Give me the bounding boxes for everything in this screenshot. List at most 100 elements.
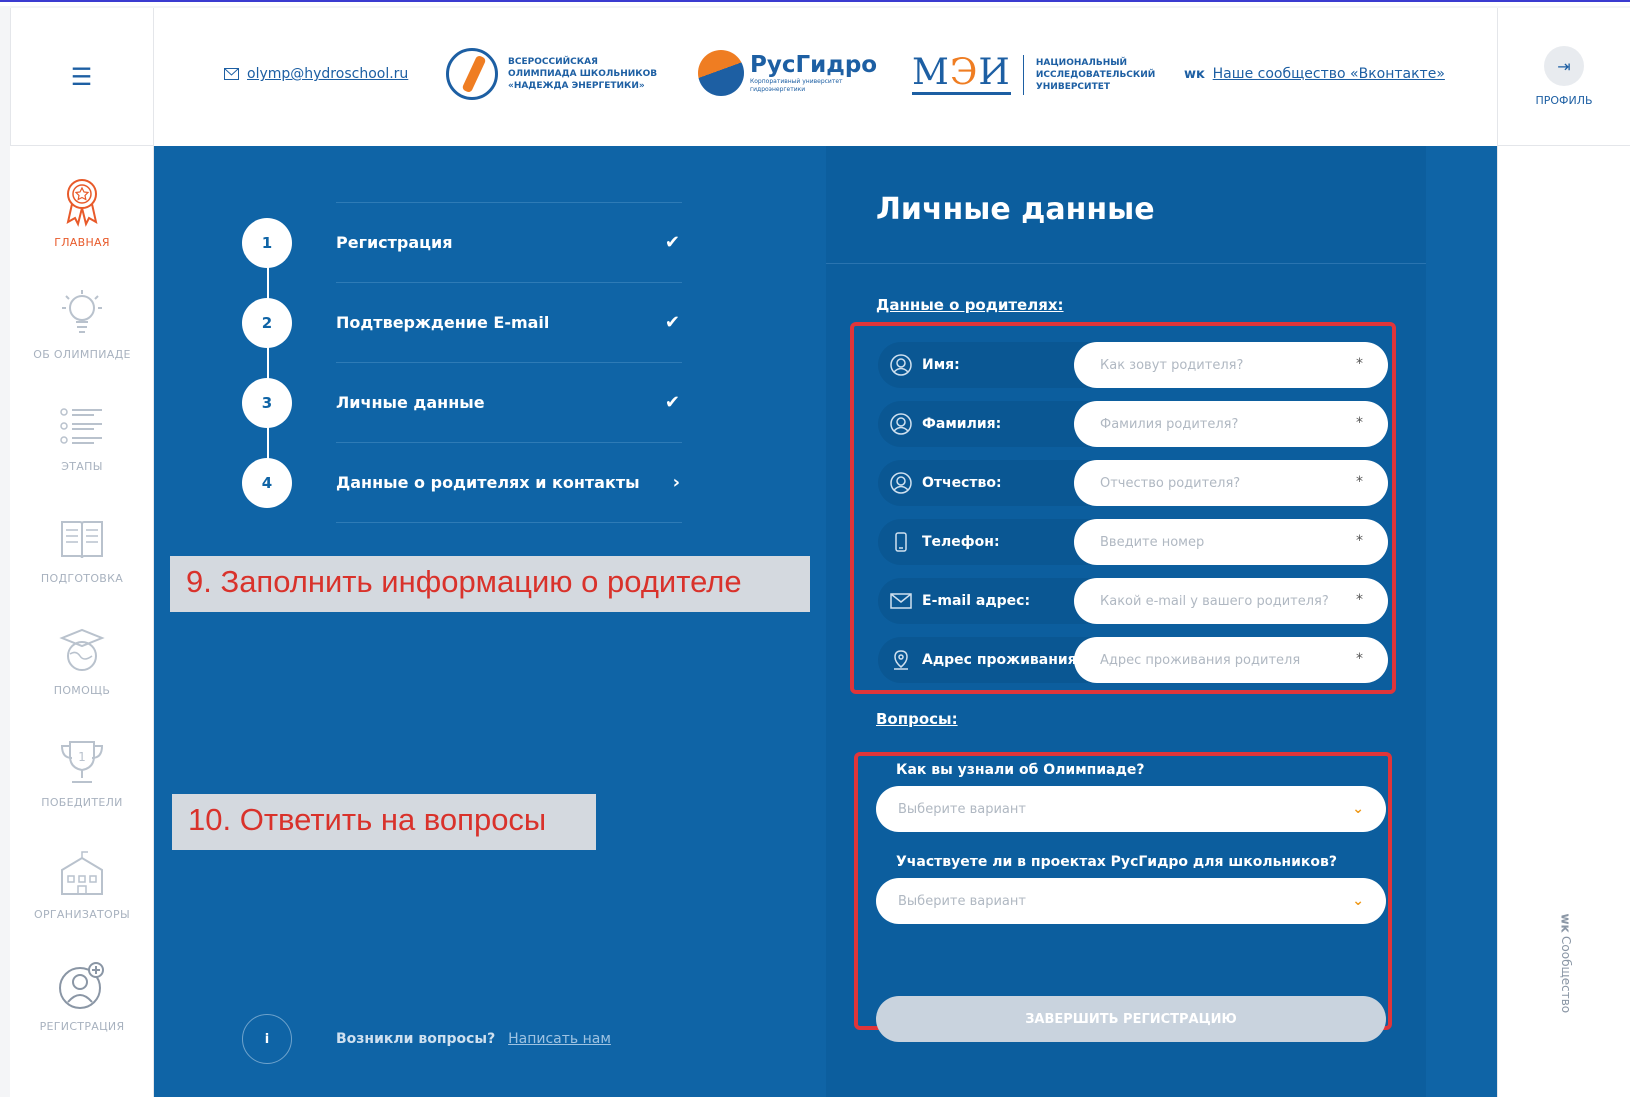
required-mark: * — [1356, 415, 1363, 431]
sidebar-item-stages[interactable]: ЭТАПЫ — [10, 398, 154, 473]
sidebar-item-label: ПОБЕДИТЕЛИ — [41, 796, 123, 809]
field-label: Фамилия: — [922, 416, 1002, 432]
sidebar-item-label: ОРГАНИЗАТОРЫ — [34, 908, 130, 921]
parent-first-name-input[interactable] — [1074, 342, 1388, 388]
svg-text:1: 1 — [78, 750, 86, 764]
questions-section-label: Вопросы: — [876, 710, 958, 728]
step-number: 3 — [242, 378, 292, 428]
olympiad-logo-text: ВСЕРОССИЙСКАЯ ОЛИМПИАДА ШКОЛЬНИКОВ «НАДЕ… — [508, 57, 658, 91]
sidebar-item-label: ОБ ОЛИМПИАДЕ — [33, 348, 131, 361]
info-icon: i — [242, 1014, 292, 1064]
rushydro-logo[interactable]: РусГидро Корпоративный университет гидро… — [698, 50, 877, 96]
sidebar-item-main[interactable]: ГЛАВНАЯ — [10, 174, 154, 249]
sidebar-item-help[interactable]: ПОМОЩЬ — [10, 622, 154, 697]
vk-icon: ᴡᴋ — [1184, 66, 1205, 82]
menu-cell: ☰ — [10, 8, 154, 146]
graduation-globe-icon — [57, 622, 107, 678]
book-icon — [57, 510, 107, 566]
help-block: i Возникли вопросы? Написать нам — [242, 1014, 611, 1064]
person-icon — [890, 472, 912, 494]
question-2-select[interactable]: Выберите вариант ⌄ — [876, 878, 1386, 924]
email-link[interactable]: olymp@hydroschool.ru — [224, 66, 408, 82]
location-icon — [894, 650, 908, 670]
step-4[interactable]: 4 Данные о родителях и контакты › — [242, 442, 702, 522]
sidebar-item-preparation[interactable]: ПОДГОТОВКА — [10, 510, 154, 585]
step-2[interactable]: 2 Подтверждение E-mail ✔ — [242, 282, 702, 362]
sidebar-item-label: ПОДГОТОВКА — [40, 572, 124, 585]
mpei-logo[interactable]: МЭИ НАЦИОНАЛЬНЫЙ ИССЛЕДОВАТЕЛЬСКИЙ УНИВЕ… — [912, 54, 1156, 95]
required-mark: * — [1356, 592, 1363, 608]
form-panel: Личные данные Данные о родителях: Имя: *… — [826, 146, 1426, 1097]
finish-registration-button[interactable]: ЗАВЕРШИТЬ РЕГИСТРАЦИЮ — [876, 996, 1386, 1042]
step-label: Данные о родителях и контакты — [336, 473, 640, 492]
chevron-down-icon: ⌄ — [1352, 893, 1364, 909]
parent-email-field: E-mail адрес: * — [878, 578, 1388, 624]
annotation-answer-questions: 10. Ответить на вопросы — [172, 794, 596, 850]
form-header: Личные данные — [826, 146, 1426, 264]
question-1-label: Как вы узнали об Олимпиаде? — [896, 762, 1145, 778]
olympiad-logo[interactable]: ВСЕРОССИЙСКАЯ ОЛИМПИАДА ШКОЛЬНИКОВ «НАДЕ… — [446, 48, 658, 100]
parent-phone-input[interactable] — [1074, 519, 1388, 565]
login-icon[interactable]: ⇥ — [1544, 46, 1584, 86]
user-add-icon — [57, 958, 107, 1014]
select-value: Выберите вариант — [898, 893, 1026, 909]
hamburger-menu-icon[interactable]: ☰ — [71, 63, 93, 91]
left-sidebar: ГЛАВНАЯ ОБ ОЛИМПИАДЕ ЭТАПЫ ПОДГОТОВКА ПО… — [10, 146, 154, 1097]
phone-icon — [895, 532, 907, 552]
rushydro-emblem-icon — [698, 50, 744, 96]
select-value: Выберите вариант — [898, 801, 1026, 817]
checkmark-icon: ✔ — [664, 392, 680, 413]
step-label: Подтверждение E-mail — [336, 313, 550, 332]
mpei-logo-text: НАЦИОНАЛЬНЫЙ ИССЛЕДОВАТЕЛЬСКИЙ УНИВЕРСИТ… — [1035, 57, 1156, 92]
sidebar-item-registration[interactable]: РЕГИСТРАЦИЯ — [10, 958, 154, 1033]
question-1-select[interactable]: Выберите вариант ⌄ — [876, 786, 1386, 832]
write-us-link[interactable]: Написать нам — [508, 1031, 611, 1047]
parent-address-field: Адрес проживания: * — [878, 637, 1388, 683]
medal-icon — [57, 174, 107, 230]
parent-address-input[interactable] — [1074, 637, 1388, 683]
sidebar-item-label: ЭТАПЫ — [61, 460, 103, 473]
top-rule — [0, 0, 1630, 6]
checkmark-icon: ✔ — [664, 232, 680, 253]
sidebar-item-label: РЕГИСТРАЦИЯ — [39, 1020, 125, 1033]
sidebar-item-organizers[interactable]: ОРГАНИЗАТОРЫ — [10, 846, 154, 921]
step-number: 1 — [242, 218, 292, 268]
mpei-mark: МЭИ — [912, 52, 1011, 95]
sidebar-item-about[interactable]: ОБ ОЛИМПИАДЕ — [10, 286, 154, 361]
sidebar-item-label: ПОМОЩЬ — [53, 684, 111, 697]
rushydro-subtitle: Корпоративный университет гидроэнергетик… — [750, 78, 843, 93]
step-3[interactable]: 3 Личные данные ✔ — [242, 362, 702, 442]
parent-patronymic-input[interactable] — [1074, 460, 1388, 506]
field-label: Адрес проживания: — [922, 652, 1083, 668]
trophy-icon: 1 — [57, 734, 107, 790]
person-icon — [890, 354, 912, 376]
right-sidebar: ᴡᴋ Сообщество — [1497, 146, 1630, 1097]
required-mark: * — [1356, 651, 1363, 667]
annotation-fill-parent-info: 9. Заполнить информацию о родителе — [170, 556, 810, 612]
step-1[interactable]: 1 Регистрация ✔ — [242, 202, 702, 282]
parent-patronymic-field: Отчество: * — [878, 460, 1388, 506]
chevron-down-icon: ⌄ — [1352, 801, 1364, 817]
divider — [336, 522, 682, 523]
parent-last-name-field: Фамилия: * — [878, 401, 1388, 447]
parent-last-name-input[interactable] — [1074, 401, 1388, 447]
community-label: Сообщество — [1559, 936, 1573, 1014]
person-icon — [890, 413, 912, 435]
help-text: Возникли вопросы? Написать нам — [336, 1031, 611, 1047]
step-number: 4 — [242, 458, 292, 508]
email-text: olymp@hydroschool.ru — [247, 66, 409, 82]
field-label: Имя: — [922, 357, 960, 373]
parents-section-label: Данные о родителях: — [876, 296, 1064, 314]
parent-first-name-field: Имя: * — [878, 342, 1388, 388]
rushydro-name: РусГидро — [750, 52, 878, 78]
building-icon — [57, 846, 107, 902]
sidebar-item-winners[interactable]: 1 ПОБЕДИТЕЛИ — [10, 734, 154, 809]
header: olymp@hydroschool.ru ВСЕРОССИЙСКАЯ ОЛИМП… — [154, 8, 1497, 146]
vk-community-link[interactable]: ᴡᴋ Наше сообщество «Вконтакте» — [1184, 66, 1445, 82]
logo-divider — [1022, 54, 1024, 95]
required-mark: * — [1356, 533, 1363, 549]
profile-label[interactable]: ПРОФИЛЬ — [1535, 94, 1592, 107]
sidebar-item-label: ГЛАВНАЯ — [54, 236, 110, 249]
parent-email-input[interactable] — [1074, 578, 1388, 624]
community-link[interactable]: ᴡᴋ Сообщество — [1546, 913, 1586, 1036]
